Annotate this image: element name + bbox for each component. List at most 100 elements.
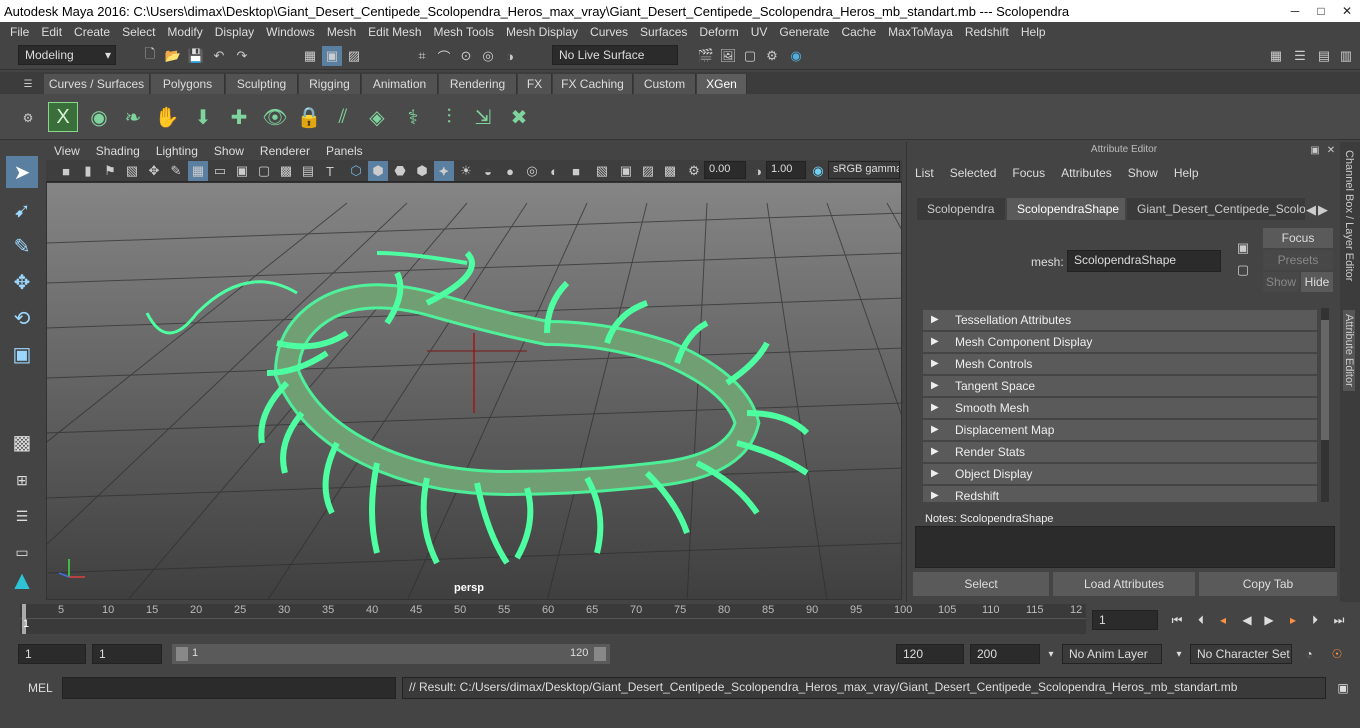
menu-edit[interactable]: Edit (35, 25, 68, 39)
minimize-icon[interactable]: ─ (1282, 0, 1308, 22)
xgen-leaf-icon[interactable]: ❧ (118, 102, 148, 132)
go-to-start-icon[interactable]: ⏮ (1168, 611, 1186, 629)
playback-end-field[interactable]: 120 (896, 644, 964, 664)
color-management-icon[interactable]: ◉ (808, 161, 828, 181)
range-start-handle[interactable] (176, 647, 188, 661)
open-scene-icon[interactable]: 📂 (163, 46, 183, 66)
menu-redshift[interactable]: Redshift (959, 25, 1015, 39)
step-forward-key-icon[interactable]: ▸ (1284, 611, 1302, 629)
shelf-gear-icon[interactable]: ⚙ (18, 108, 38, 128)
vp-menu-view[interactable]: View (46, 144, 88, 158)
camera-icon[interactable]: ■ (56, 161, 76, 181)
shelf-tab-fx-caching[interactable]: FX Caching (553, 74, 633, 94)
float-panel-icon[interactable]: ▣ (1307, 142, 1323, 158)
ae-menu-selected[interactable]: Selected (942, 164, 1005, 182)
end-time-field[interactable]: 200 (970, 644, 1040, 664)
live-surface-field[interactable]: No Live Surface (552, 45, 678, 65)
select-hierarchy-icon[interactable]: ▦ (300, 46, 320, 66)
textured-icon[interactable]: ⬢ (412, 161, 432, 181)
menu-file[interactable]: File (4, 25, 35, 39)
menu-help[interactable]: Help (1015, 25, 1052, 39)
ae-menu-attributes[interactable]: Attributes (1053, 164, 1120, 182)
menu-windows[interactable]: Windows (260, 25, 321, 39)
shelf-options-icon[interactable]: ☰ (18, 74, 38, 94)
bookmark-icon[interactable]: ⚑ (100, 161, 120, 181)
2d-pan-icon[interactable]: ✥ (144, 161, 164, 181)
xgen-layers-icon[interactable]: ◈ (362, 102, 392, 132)
script-editor-icon[interactable]: ▣ (1334, 679, 1352, 697)
render-region-icon[interactable]: 🖼 (718, 46, 738, 66)
close-panel-icon[interactable]: ✕ (1323, 142, 1339, 158)
notes-textarea[interactable] (915, 526, 1335, 568)
shelf-tab-custom[interactable]: Custom (634, 74, 696, 94)
shelf-tab-animation[interactable]: Animation (362, 74, 438, 94)
tab-scroll-right-icon[interactable]: ▶ (1317, 200, 1329, 220)
lasso-tool-icon[interactable]: ➹ (6, 194, 38, 226)
xgen-add-guide-icon[interactable]: ✚ (224, 102, 254, 132)
motion-blur-icon[interactable]: ◎ (522, 161, 542, 181)
vp-menu-renderer[interactable]: Renderer (252, 144, 318, 158)
ipr-render-icon[interactable]: ▢ (740, 46, 760, 66)
xgen-rig-icon[interactable]: ⚕ (398, 102, 428, 132)
exposure-field[interactable]: 0.00 (704, 161, 746, 179)
hypershade-icon[interactable]: ◉ (786, 46, 806, 66)
input-connections-icon[interactable]: ▣ (1233, 238, 1253, 258)
gate-mask-icon[interactable]: ▢ (254, 161, 274, 181)
xgen-guides-icon[interactable]: ⫽ (328, 102, 358, 132)
move-tool-icon[interactable]: ✥ (6, 266, 38, 298)
step-back-key-icon[interactable]: ◂ (1214, 611, 1232, 629)
presets-button[interactable]: Presets (1263, 250, 1333, 270)
command-language-label[interactable]: MEL (28, 681, 53, 695)
vp-menu-panels[interactable]: Panels (318, 144, 371, 158)
menu-display[interactable]: Display (209, 25, 260, 39)
xgen-lock-icon[interactable]: 🔒 (294, 102, 324, 132)
section-object-display[interactable]: ▶ Object Display (923, 464, 1317, 484)
section-redshift[interactable]: ▶ Redshift (923, 486, 1317, 503)
outliner-layout-icon[interactable]: ☰ (6, 500, 38, 532)
ae-menu-list[interactable]: List (907, 164, 942, 182)
vp-menu-shading[interactable]: Shading (88, 144, 148, 158)
hide-button[interactable]: Hide (1301, 272, 1333, 292)
safe-title-icon[interactable]: T (320, 161, 340, 181)
colorspace-field[interactable]: sRGB gamma (828, 161, 900, 179)
xgen-grab-icon[interactable]: ✋ (152, 102, 182, 132)
menu-curves[interactable]: Curves (584, 25, 634, 39)
xgen-bend-icon[interactable]: ⇲ (468, 102, 498, 132)
xgen-preview-icon[interactable]: ◉ (84, 102, 114, 132)
tab-scroll-left-icon[interactable]: ◀ (1305, 200, 1317, 220)
character-set-field[interactable]: No Character Set (1190, 644, 1292, 664)
section-smooth-mesh[interactable]: ▶ Smooth Mesh (923, 398, 1317, 418)
ae-tab-scolopendrashape[interactable]: ScolopendraShape (1007, 198, 1125, 220)
menu-generate[interactable]: Generate (773, 25, 835, 39)
current-frame-field[interactable]: 1 (1092, 610, 1158, 630)
playback-start-field[interactable]: 1 (92, 644, 162, 664)
grid-icon[interactable]: ▦ (188, 161, 208, 181)
rotate-tool-icon[interactable]: ⟲ (6, 302, 38, 334)
render-settings-icon[interactable]: ⚙ (762, 46, 782, 66)
ae-menu-show[interactable]: Show (1120, 164, 1166, 182)
snap-point-icon[interactable]: ⊙ (456, 46, 476, 66)
section-tessellation-attributes[interactable]: ▶ Tessellation Attributes (923, 310, 1317, 330)
shelf-tab-fx[interactable]: FX (518, 74, 552, 94)
menu-mesh-display[interactable]: Mesh Display (500, 25, 584, 39)
attribute-editor-toggle-icon[interactable]: ☰ (1290, 46, 1310, 66)
vp-menu-show[interactable]: Show (206, 144, 252, 158)
menu-maxtomaya[interactable]: MaxToMaya (882, 25, 959, 39)
wireframe-icon[interactable]: ⬡ (346, 161, 366, 181)
play-backwards-icon[interactable]: ◀ (1238, 611, 1256, 629)
chevron-down-icon[interactable]: ▾ (1042, 645, 1060, 663)
render-frame-icon[interactable]: 🎬 (696, 46, 716, 66)
vp-menu-lighting[interactable]: Lighting (148, 144, 206, 158)
attribute-editor-tab[interactable]: Attribute Editor (1343, 310, 1355, 391)
safe-action-icon[interactable]: ▤ (298, 161, 318, 181)
step-back-icon[interactable]: ⏴ (1192, 611, 1210, 629)
resolution-gate-icon[interactable]: ▣ (232, 161, 252, 181)
xray-joints-icon[interactable]: ▨ (638, 161, 658, 181)
menu-create[interactable]: Create (68, 25, 116, 39)
attribute-scrollbar[interactable] (1321, 308, 1329, 502)
xgen-place-icon[interactable]: ⬇ (188, 102, 218, 132)
section-tangent-space[interactable]: ▶ Tangent Space (923, 376, 1317, 396)
mesh-name-field[interactable]: ScolopendraShape (1067, 250, 1221, 272)
depth-of-field-icon[interactable]: ■ (566, 161, 586, 181)
section-mesh-component-display[interactable]: ▶ Mesh Component Display (923, 332, 1317, 352)
